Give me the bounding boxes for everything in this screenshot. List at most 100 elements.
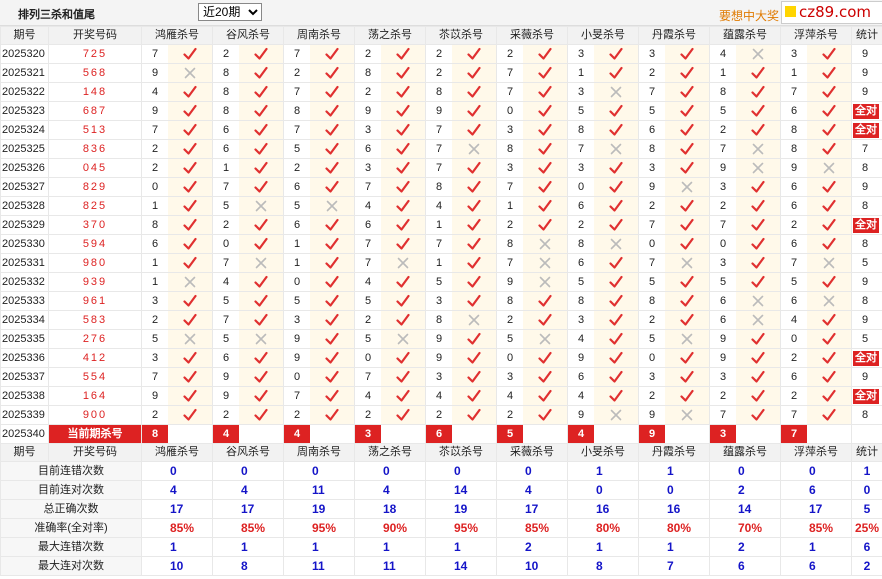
- kill-number: 9: [435, 105, 443, 117]
- cross-icon: [680, 180, 694, 194]
- check-icon: [254, 294, 268, 308]
- summary-column-header: 丹霞杀号: [638, 443, 710, 462]
- summary-value: 85%: [141, 518, 213, 538]
- kill-number: 3: [364, 124, 372, 136]
- summary-value: 0: [567, 480, 639, 500]
- summary-value: 8: [212, 556, 284, 576]
- period-cell: 2025331: [0, 253, 49, 273]
- period-cell: 2025334: [0, 310, 49, 330]
- kill-cell: 7: [425, 120, 497, 140]
- draw-number-cell: 164: [48, 386, 142, 406]
- kill-number: 7: [222, 314, 230, 326]
- result-mark: [665, 121, 709, 139]
- kill-number: 5: [293, 295, 301, 307]
- result-mark: [523, 235, 567, 253]
- table-row: 2025332 939 1 4 0 4 5 9 5 5 5 5 9: [0, 272, 882, 292]
- kill-cell: 2: [638, 310, 710, 330]
- summary-value: 90%: [354, 518, 426, 538]
- kill-cell: 3: [709, 367, 781, 387]
- result-mark: [310, 140, 354, 158]
- result-mark: [807, 140, 851, 158]
- result-mark: [736, 64, 780, 82]
- result-mark: [168, 254, 212, 272]
- kill-number: 5: [222, 333, 230, 345]
- cross-icon: [822, 256, 836, 270]
- result-mark: [594, 159, 638, 177]
- check-icon: [609, 180, 623, 194]
- kill-number: 6: [364, 219, 372, 231]
- check-icon: [609, 370, 623, 384]
- draw-number-cell: 900: [48, 405, 142, 425]
- kill-number: 9: [151, 390, 159, 402]
- check-icon: [183, 104, 197, 118]
- page-title: 排列三杀和值尾: [18, 9, 95, 21]
- result-mark: [807, 311, 851, 329]
- kill-cell: 8: [780, 120, 852, 140]
- kill-cell: 9: [567, 405, 639, 425]
- result-mark: [665, 254, 709, 272]
- summary-value: 1: [780, 537, 852, 557]
- check-icon: [680, 313, 694, 327]
- site-logo[interactable]: cz89.com: [781, 1, 882, 24]
- kill-number: 2: [435, 48, 443, 60]
- kill-cell: 4: [354, 386, 426, 406]
- column-header: 期号: [0, 26, 49, 45]
- kill-cell: 2: [709, 196, 781, 216]
- kill-number: 5: [222, 200, 230, 212]
- summary-value: 4: [141, 480, 213, 500]
- kill-cell: 1: [141, 253, 213, 273]
- stat-cell: 全对: [851, 101, 882, 121]
- current-kill-number: 4: [284, 425, 310, 443]
- period-cell: 2025321: [0, 63, 49, 83]
- kill-cell: 6: [780, 196, 852, 216]
- kill-number: 5: [364, 333, 372, 345]
- kill-cell: 5: [141, 329, 213, 349]
- summary-value: 1: [638, 537, 710, 557]
- stat-value: 8: [862, 200, 869, 212]
- check-icon: [751, 85, 765, 99]
- kill-number: 8: [719, 86, 727, 98]
- kill-number-table: 期号 开奖号码 鸿雁杀号 谷风杀号 周南杀号 荡之杀号 苶苡杀号 采薇杀号 小旻杀号 丹霞杀号 蕴露…: [0, 26, 882, 576]
- check-icon: [538, 199, 552, 213]
- result-mark: [523, 159, 567, 177]
- kill-cell: 9: [283, 329, 355, 349]
- check-icon: [254, 180, 268, 194]
- current-kill-number: 6: [426, 425, 452, 443]
- result-mark: [381, 254, 425, 272]
- kill-number: 7: [435, 238, 443, 250]
- check-icon: [609, 275, 623, 289]
- result-mark: [452, 159, 496, 177]
- all-correct-badge: 全对: [853, 218, 879, 233]
- result-mark: [452, 387, 496, 405]
- result-mark: [665, 64, 709, 82]
- column-header: 蕴露杀号: [709, 26, 781, 45]
- kill-number: 2: [151, 162, 159, 174]
- draw-number-cell: 412: [48, 348, 142, 368]
- result-mark: [168, 140, 212, 158]
- period-cell: 2025333: [0, 291, 49, 311]
- stat-value: 5: [862, 257, 869, 269]
- check-icon: [751, 389, 765, 403]
- kill-number: 8: [648, 295, 656, 307]
- kill-number: 4: [577, 390, 585, 402]
- check-icon: [609, 313, 623, 327]
- kill-number: 5: [151, 333, 159, 345]
- result-mark: [381, 102, 425, 120]
- current-kill-cell: 4: [212, 424, 284, 444]
- result-mark: [594, 83, 638, 101]
- kill-number: 6: [790, 200, 798, 212]
- check-icon: [467, 66, 481, 80]
- kill-number: 7: [506, 257, 514, 269]
- result-mark: [736, 159, 780, 177]
- result-mark: [736, 235, 780, 253]
- summary-row: 总正确次数 17 17 19 18 19 17 16 16 14 17 5: [0, 499, 882, 519]
- kill-number: 2: [790, 219, 798, 231]
- kill-cell: 2: [212, 405, 284, 425]
- kill-cell: 4: [354, 272, 426, 292]
- promo-text[interactable]: 要想中大奖: [719, 7, 779, 24]
- period-select[interactable]: 近20期: [198, 3, 262, 21]
- result-mark: [381, 292, 425, 310]
- result-mark: [239, 292, 283, 310]
- kill-number: 2: [293, 409, 301, 421]
- cross-icon: [680, 332, 694, 346]
